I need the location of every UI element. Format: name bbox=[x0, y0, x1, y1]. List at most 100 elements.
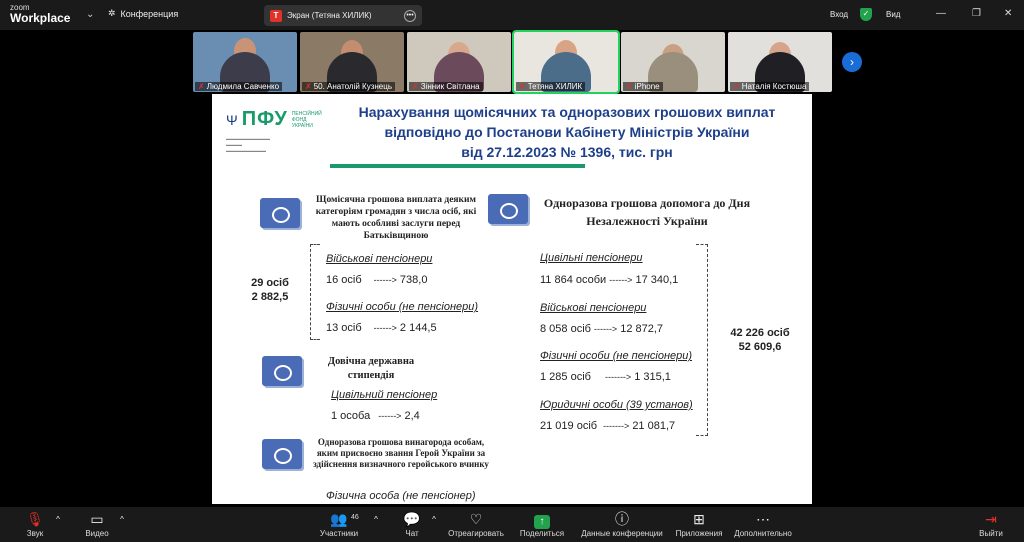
row-sum: 2 144,5 bbox=[399, 322, 437, 334]
mic-muted-icon: ✗ bbox=[412, 82, 419, 91]
trident-icon: Ψ bbox=[226, 111, 238, 128]
participants-count: 46 bbox=[351, 514, 359, 521]
row-persons: 1 285 осіб bbox=[540, 371, 591, 383]
participant-tile[interactable]: ✗ Наталія Костюша bbox=[728, 32, 832, 92]
arrow-icon: -------> bbox=[604, 372, 632, 382]
legal-entities-label: Юридичні особи (39 установ) bbox=[540, 399, 693, 411]
participant-name: ✗ Тетяна ХИЛИК bbox=[516, 82, 586, 91]
individuals-row: 13 осіб ------> 2 144,5 bbox=[326, 322, 437, 334]
participant-name: ✗ 50. Анатолій Кузнець bbox=[302, 82, 396, 91]
individuals-label: Фізичні особи (не пенсіонери) bbox=[540, 350, 693, 362]
shield-check-icon[interactable]: ✓ bbox=[860, 8, 872, 21]
participant-tile[interactable]: ✗ Людмила Савченко bbox=[193, 32, 297, 92]
participants-label: Участники bbox=[319, 529, 359, 538]
money-icon bbox=[262, 356, 302, 386]
row-sum: 21 081,7 bbox=[632, 420, 676, 432]
participant-name: ✗ Людмила Савченко bbox=[195, 82, 283, 91]
mic-muted-icon: ✗ bbox=[305, 82, 312, 91]
meeting-info-label: Данные конференции bbox=[581, 529, 663, 538]
title-bar: zoom Workplace ⌄ ✲ Конференция Т Экран (… bbox=[0, 0, 1024, 30]
left-total-persons: 29 осіб bbox=[251, 277, 289, 289]
monthly-payment-title: Щомісячна грошова виплата деяким категор… bbox=[315, 195, 477, 241]
apps-button[interactable]: ⊞ Приложения bbox=[664, 510, 734, 539]
more-label: Дополнительно bbox=[734, 529, 792, 538]
legal-entities-row: 21 019 осіб -------> 21 081,7 bbox=[540, 420, 675, 432]
meeting-info-button[interactable]: ⓘ Данные конференции bbox=[574, 510, 670, 539]
civil-pensioner-label: Цивільний пенсіонер bbox=[331, 389, 438, 401]
row-persons: 16 осіб bbox=[326, 274, 362, 286]
participants-button[interactable]: 👥 Участники bbox=[304, 510, 374, 539]
conference-label: Конференция bbox=[120, 8, 179, 19]
pfu-logo-text: ПФУ bbox=[241, 108, 288, 130]
right-total: 42 226 осіб 52 609,6 bbox=[720, 326, 800, 354]
react-button[interactable]: ♡ Отреагировать bbox=[441, 510, 511, 539]
leave-icon: ⇥ bbox=[985, 511, 997, 527]
login-button[interactable]: Вход bbox=[830, 10, 848, 19]
share-button[interactable]: ↑ Поделиться bbox=[507, 510, 577, 539]
arrow-icon: ------> bbox=[373, 323, 397, 333]
money-icon bbox=[488, 194, 528, 224]
money-icon bbox=[260, 198, 300, 228]
arrow-icon: -------> bbox=[603, 421, 630, 431]
paw-icon: ✲ bbox=[108, 8, 116, 18]
reward-title: Одноразова грошова винагорода особам, як… bbox=[313, 437, 489, 469]
row-sum: 12 872,7 bbox=[620, 323, 664, 335]
video-label: Видео bbox=[85, 529, 109, 538]
mic-muted-icon: ✗ bbox=[733, 82, 740, 91]
next-page-icon[interactable]: › bbox=[842, 52, 862, 72]
military-pensioners-row: 16 осіб ------> 738,0 bbox=[326, 274, 427, 286]
participant-tile-active[interactable]: ✗ Тетяна ХИЛИК bbox=[512, 30, 620, 94]
arrow-icon: ------> bbox=[593, 324, 618, 334]
leave-button[interactable]: ⇥ Выйти bbox=[956, 510, 1024, 539]
mic-muted-icon: ✗ bbox=[519, 82, 526, 91]
row-persons: 1 особа bbox=[331, 410, 371, 422]
participant-tile[interactable]: ✗ iPhone bbox=[621, 32, 725, 92]
chat-label: Чат bbox=[405, 529, 419, 538]
minimize-icon[interactable]: — bbox=[936, 8, 946, 19]
presenter-avatar: Т bbox=[270, 9, 282, 22]
restore-icon[interactable]: ❐ bbox=[972, 8, 981, 19]
row-sum: 738,0 bbox=[399, 274, 428, 286]
independence-day-title: Одноразова грошова допомога до Дня Незал… bbox=[543, 196, 751, 228]
row-persons: 8 058 осіб bbox=[540, 323, 591, 335]
participant-tile[interactable]: ✗ 50. Анатолій Кузнець bbox=[300, 32, 404, 92]
money-icon bbox=[262, 439, 302, 469]
reward-individual-label: Фізична особа (не пенсіонер) bbox=[326, 490, 476, 502]
info-icon: ⓘ bbox=[615, 511, 629, 527]
participant-name-text: Наталія Костюша bbox=[741, 82, 807, 91]
video-options-chevron-icon[interactable]: ^ bbox=[112, 510, 132, 529]
row-persons: 13 осіб bbox=[326, 322, 362, 334]
leave-label: Выйти bbox=[979, 529, 1003, 538]
share-label: Поделиться bbox=[519, 529, 565, 538]
apps-icon: ⊞ bbox=[693, 511, 705, 527]
mic-muted-icon: ✗ bbox=[626, 82, 633, 91]
individuals-row: 1 285 осіб -------> 1 315,1 bbox=[540, 371, 671, 383]
conference-menu[interactable]: ✲ Конференция bbox=[108, 8, 178, 19]
slide-title-line1: Нарахування щомісячних та одноразових гр… bbox=[358, 104, 776, 120]
participant-tile[interactable]: ✗ Зінник Світлана bbox=[407, 32, 511, 92]
civil-pensioners-row: 11 864 особи ------> 17 340,1 bbox=[540, 274, 678, 286]
participant-name-text: Тетяна ХИЛИК bbox=[527, 82, 583, 91]
view-button[interactable]: Вид bbox=[886, 10, 900, 19]
screen-share-pill[interactable]: Т Экран (Тетяна ХИЛИК) ••• bbox=[264, 5, 422, 26]
slide-title-line3: від 27.12.2023 № 1396, тис. грн bbox=[461, 144, 673, 160]
chevron-down-icon[interactable]: ⌄ bbox=[86, 9, 94, 20]
military-pensioners-label: Військові пенсіонери bbox=[326, 253, 433, 265]
react-label: Отреагировать bbox=[448, 529, 504, 538]
left-brace bbox=[310, 244, 320, 340]
participant-name: ✗ Наталія Костюша bbox=[730, 82, 810, 91]
row-persons: 11 864 особи bbox=[540, 274, 607, 286]
view-label: Вид bbox=[886, 10, 901, 19]
screen-title: Экран (Тетяна ХИЛИК) bbox=[287, 11, 372, 20]
more-icon[interactable]: ••• bbox=[404, 9, 416, 22]
slide-title: Нарахування щомісячних та одноразових гр… bbox=[342, 102, 792, 162]
left-total: 29 осіб 2 882,5 bbox=[240, 276, 300, 304]
left-total-sum: 2 882,5 bbox=[251, 291, 289, 303]
app-logo: zoom Workplace bbox=[10, 3, 70, 24]
pfu-logo-subtext: ПЕНСІЙНИЙ ФОНД УКРАЇНИ bbox=[291, 110, 322, 129]
more-button[interactable]: ⋯ Дополнительно bbox=[728, 510, 798, 539]
row-persons: 21 019 осіб bbox=[540, 420, 598, 432]
stipend-title: Довічна державна стипендія bbox=[327, 356, 415, 381]
close-icon[interactable]: ✕ bbox=[1004, 8, 1012, 19]
logo-big: Workplace bbox=[10, 11, 71, 25]
